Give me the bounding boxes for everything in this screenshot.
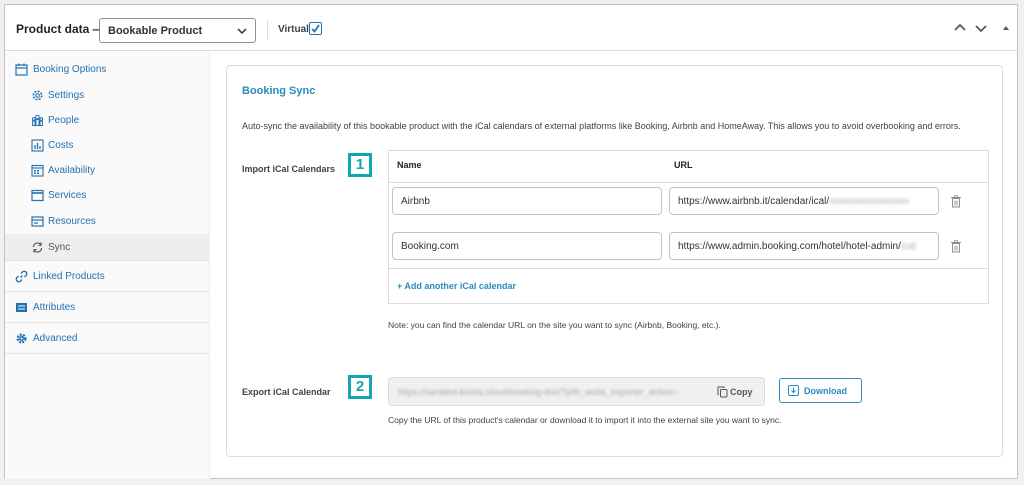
export-note: Copy the URL of this product's calendar … [388,415,782,425]
input-value: https://www.admin.booking.com/hotel/hote… [678,241,916,252]
sidebar-item-resources[interactable]: Resources [5,208,210,236]
sidebar-item-label: Attributes [33,302,76,313]
product-data-title: Product data — [16,22,105,36]
sidebar-item-linked-products[interactable]: Linked Products [5,260,210,290]
virtual-checkbox[interactable] [309,22,322,35]
sidebar-item-label: Linked Products [33,271,105,282]
window-icon [31,189,44,202]
sidebar-item-label: Advanced [33,333,78,344]
export-url-field[interactable]: https://saraited.kinsta.cloud/booking-do… [388,377,765,406]
booking-sync-section: Booking Sync Auto-sync the availability … [226,65,1003,457]
import-label: Import iCal Calendars [242,164,336,174]
sidebar-item-label: Resources [48,216,96,227]
list-icon [16,303,27,312]
sidebar-divider [5,353,210,354]
download-button[interactable]: Download [779,378,862,403]
sidebar-item-label: Services [48,190,87,201]
product-data-header: Product data — Bookable Product Virtual: [5,5,1017,51]
calendar-name-input[interactable]: Booking.com [392,232,662,260]
step-badge: 2 [348,375,372,399]
input-value: Airbnb [401,196,430,207]
trash-icon[interactable] [950,240,962,253]
sidebar-item-label: Settings [48,90,85,101]
calendar-icon [15,63,28,76]
product-type-value: Bookable Product [108,25,203,37]
sidebar-item-label: People [48,115,80,126]
export-label: Export iCal Calendar [242,387,331,397]
checkmark-icon [311,24,320,33]
calendar-name-input[interactable]: Airbnb [392,187,662,215]
sidebar-item-attributes[interactable]: Attributes [5,291,210,321]
input-value: https://www.airbnb.it/calendar/ical/xxxx… [678,196,910,207]
footer-divider [389,268,988,269]
link-icon [15,270,28,283]
sidebar-item-sync[interactable]: Sync [5,234,210,260]
section-description: Auto-sync the availability of this booka… [242,121,961,131]
import-calendars-table: Name URL Airbnb https://www.airbnb.it/ca… [388,150,989,304]
calendar-url-input[interactable]: https://www.admin.booking.com/hotel/hote… [669,232,939,260]
download-icon [788,385,799,396]
import-note: Note: you can find the calendar URL on t… [388,320,721,330]
sidebar-item-advanced[interactable]: Advanced [5,322,210,352]
copy-button[interactable]: Copy [714,378,764,405]
sidebar-item-label: Sync [48,242,71,253]
sidebar-item-label: Booking Options [33,64,107,75]
trash-icon[interactable] [950,195,962,208]
column-header-name: Name [397,160,422,170]
sidebar-item-people[interactable]: People [5,107,210,135]
sidebar-item-label: Availability [48,165,96,176]
gear-icon [32,90,43,101]
sidebar-item-costs[interactable]: Costs [5,132,210,160]
header-divider [267,20,268,40]
header-divider [389,182,988,183]
copy-icon [717,386,728,398]
export-url-value: https://saraited.kinsta.cloud/booking-do… [398,387,678,397]
download-label: Download [804,386,847,396]
product-data-sidebar: Booking Options Settings People Costs Av… [5,52,210,479]
sidebar-item-services[interactable]: Services [5,182,210,210]
add-calendar-link[interactable]: + Add another iCal calendar [397,281,516,291]
copy-label: Copy [730,387,753,397]
gear-icon [16,333,27,344]
sidebar-item-availability[interactable]: Availability [5,157,210,185]
sidebar-item-settings[interactable]: Settings [5,82,210,110]
sidebar-item-label: Costs [48,140,74,151]
people-icon [31,114,44,126]
step-badge: 1 [348,153,372,177]
column-header-url: URL [674,160,693,170]
calendar-grid-icon [31,164,44,177]
input-value: Booking.com [401,241,459,252]
chevron-down-icon[interactable] [974,21,988,35]
chart-icon [31,139,44,152]
chevron-down-icon [237,28,247,35]
section-title: Booking Sync [242,85,316,97]
sidebar-item-booking-options[interactable]: Booking Options [5,56,210,84]
virtual-label: Virtual: [278,24,313,35]
calendar-url-input[interactable]: https://www.airbnb.it/calendar/ical/xxxx… [669,187,939,215]
sync-icon [32,242,43,253]
product-type-select[interactable]: Bookable Product [99,18,256,43]
product-data-panel: Product data — Bookable Product Virtual:… [4,4,1018,479]
collapse-arrow-icon[interactable] [999,21,1013,35]
chevron-up-icon[interactable] [953,21,967,35]
card-icon [31,216,44,227]
